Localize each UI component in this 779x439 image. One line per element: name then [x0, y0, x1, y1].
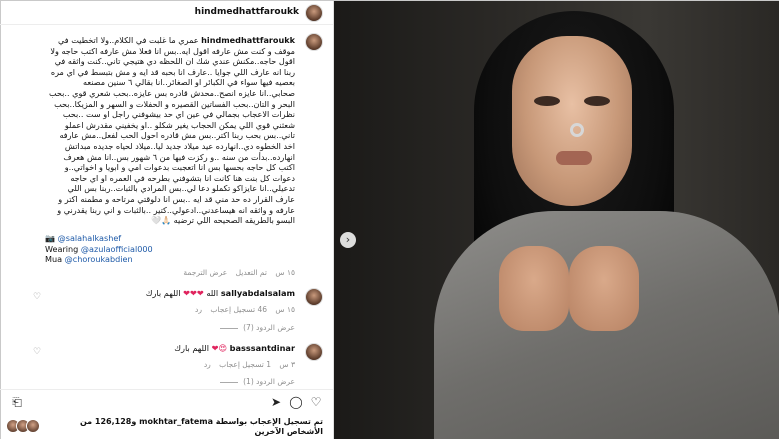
- comment-time: ٣ س: [279, 360, 295, 369]
- comment-emoji: 😍❤: [211, 343, 228, 353]
- likes-summary: تم تسجيل الإعجاب بواسطة mokhtar_fatema و…: [0, 411, 333, 439]
- caption-line: دعوات كل بنت هنا كانت انا بتشوفني بطرحه …: [70, 172, 295, 183]
- photo-eye-left: [534, 96, 560, 106]
- heart-icon[interactable]: ♡: [32, 347, 42, 357]
- screenshot-frame: › hindmedhattfaroukk hindmedhattfaroukk …: [0, 0, 779, 439]
- comment-username[interactable]: basssantdinar: [230, 343, 295, 353]
- post-panel: hindmedhattfaroukk hindmedhattfaroukk عم…: [0, 1, 334, 439]
- reply-button[interactable]: رد: [204, 360, 211, 369]
- photo-eye-right: [584, 96, 610, 106]
- comment-time: ١٥ س: [275, 305, 295, 314]
- caption-line: اكتب كل حاجه بحسها بس انا اتعجبت بدعوات …: [64, 162, 295, 173]
- comment-likes[interactable]: 1 تسجيل إعجاب: [219, 360, 271, 369]
- caption-line: انهارده..بدأت من سنه ..و ركزت فيها من ٦ …: [63, 151, 295, 162]
- caption-line: شعثني قوي اللي يمكن الحجاب يغير شكلو ..ا…: [64, 119, 295, 130]
- post-username[interactable]: hindmedhattfaroukk: [195, 7, 299, 17]
- photo-hand-right: [569, 246, 639, 331]
- translate-link[interactable]: عرض الترجمة: [183, 268, 227, 277]
- avatar[interactable]: [305, 288, 323, 306]
- bookmark-icon[interactable]: ⎗: [10, 395, 24, 409]
- likes-prefix: تم تسجيل الإعجاب بواسطة: [215, 417, 323, 426]
- caption-line: موقف و كنت مش عارفه اقول ايه..بس انا فعل…: [50, 45, 295, 56]
- post-meta: ١٥ س تم التعديل عرض الترجمة: [177, 268, 295, 277]
- edited-label: تم التعديل: [235, 268, 267, 277]
- caption-text: hindmedhattfaroukk عمري ما غلبت في الكلا…: [8, 35, 295, 226]
- credit-tag[interactable]: @azulaofficial000: [81, 244, 153, 254]
- comment-extra: الله: [206, 288, 219, 298]
- caption-line: عارفه و واثقه انه هيساعدني..ادعولي..كتير…: [57, 204, 295, 215]
- caption-line: تدعيلي..انا عايزاكو تكملو دعا لي..بس الم…: [67, 183, 295, 194]
- caption-line: تاني..بس بحب ربنا اكتر..بس مش قادره احول…: [59, 130, 295, 141]
- share-icon[interactable]: ➤: [269, 395, 283, 409]
- credit-tag[interactable]: @salahalkashef: [58, 233, 122, 243]
- photo-hand-left: [499, 246, 569, 331]
- heart-icon[interactable]: ♡: [32, 292, 42, 302]
- chevron-right-icon[interactable]: ›: [340, 232, 356, 248]
- credit-prefix: Wearing: [45, 243, 79, 254]
- credit-mua: Mua @choroukabdien: [45, 254, 295, 265]
- photo-earring: [570, 123, 584, 137]
- likes-user[interactable]: mokhtar_fatema: [139, 417, 213, 426]
- comment-item: sallyabdalsalam الله ❤❤❤ اللهم بارك ١٥ س…: [10, 286, 323, 326]
- view-replies-button[interactable]: عرض الردود (1): [220, 377, 295, 386]
- caption-line: نظرات الاعجاب بجمالي في عين اي حد بيشوفن…: [62, 109, 295, 120]
- photo-lips: [556, 151, 592, 165]
- avatar: [26, 419, 40, 433]
- comment-meta: ١٥ س 46 تسجيل إعجاب رد: [189, 305, 295, 314]
- credit-wearing: Wearing @azulaofficial000: [45, 244, 295, 255]
- caption-line: اخد الخطوه دي..انهارده عيد ميلاد جديد لي…: [64, 140, 295, 151]
- photo-face: [512, 36, 632, 206]
- caption-line: عمري ما غلبت في الكلام..ولا اتخطيت في: [58, 35, 199, 45]
- caption-line: البحر و التان..بحب الفساتين القصيره و ال…: [54, 98, 295, 109]
- comment-item: basssantdinar 😍❤ اللهم بارك ٣ س 1 تسجيل …: [10, 341, 323, 381]
- caption-line: البسو بالطريقه الصحيحه اللي ترضيه 🙏🏻🤍: [150, 215, 295, 226]
- caption-line: اقول حاجه..مكنش عندي شك ان اللحظه دي هتي…: [54, 56, 295, 67]
- comment-meta: ٣ س 1 تسجيل إعجاب رد: [198, 360, 295, 369]
- comment-text: اللهم بارك: [145, 288, 181, 298]
- comment-icon[interactable]: ◯: [289, 395, 303, 409]
- likes-text[interactable]: تم تسجيل الإعجاب بواسطة mokhtar_fatema و…: [53, 417, 323, 437]
- caption-line: صحابي..انا عايزه انصح..محدش قادره بس عاي…: [48, 87, 295, 98]
- view-replies-button[interactable]: عرض الردود (7): [220, 323, 295, 332]
- avatar[interactable]: [305, 4, 323, 22]
- reply-button[interactable]: رد: [195, 305, 202, 314]
- credit-prefix: Mua: [45, 254, 63, 264]
- caption-line: ربنا انه عارف اللي جوايا ..عارف انا بحبه…: [50, 66, 295, 77]
- caption-line: عارف القرار ده حد مني قد ايه ..بس انا دل…: [58, 193, 295, 204]
- comment-line: sallyabdalsalam الله ❤❤❤ اللهم بارك: [146, 288, 295, 298]
- comment-text: اللهم بارك: [174, 343, 210, 353]
- credit-photographer: 📷 @salahalkashef: [45, 233, 295, 244]
- comment-likes[interactable]: 46 تسجيل إعجاب: [210, 305, 267, 314]
- avatar[interactable]: [305, 33, 323, 51]
- post-time: ١٥ س: [275, 268, 295, 277]
- liker-avatars: [6, 417, 52, 437]
- post-header: hindmedhattfaroukk: [0, 1, 333, 25]
- caption-credits: 📷 @salahalkashef Wearing @azulaofficial0…: [45, 233, 295, 265]
- caption-line: بعصيه فيها سواء في الكبائر او الصغائر..ا…: [83, 77, 295, 88]
- credit-tag[interactable]: @choroukabdien: [65, 254, 133, 264]
- heart-icon[interactable]: ♡: [309, 395, 323, 409]
- camera-icon: 📷: [45, 233, 56, 243]
- caption-username[interactable]: hindmedhattfaroukk: [201, 35, 295, 45]
- comment-username[interactable]: sallyabdalsalam: [221, 288, 295, 298]
- avatar[interactable]: [305, 343, 323, 361]
- comment-emoji: ❤❤❤: [183, 288, 204, 298]
- comment-line: basssantdinar 😍❤ اللهم بارك: [174, 343, 295, 353]
- post-photo[interactable]: [334, 1, 779, 439]
- post-actions: ♡ ◯ ➤ ⎗: [0, 389, 333, 411]
